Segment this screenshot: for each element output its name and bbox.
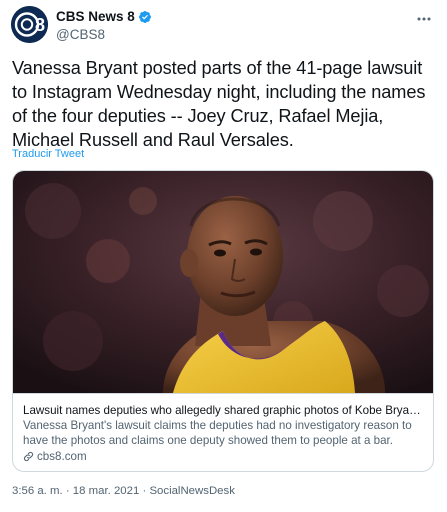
separator-dot: · — [65, 485, 70, 497]
tweet-source[interactable]: SocialNewsDesk — [149, 485, 234, 497]
author-name-text[interactable]: CBS News 8 — [56, 9, 135, 25]
author-name[interactable]: CBS News 8 — [56, 9, 152, 25]
card-meta[interactable]: Lawsuit names deputies who allegedly sha… — [13, 393, 433, 471]
verified-badge-icon — [138, 11, 151, 23]
card-domain-text[interactable]: cbs8.com — [37, 449, 87, 464]
card-description: Vanessa Bryant's lawsuit claims the depu… — [23, 419, 412, 447]
link-preview-card[interactable]: Lawsuit names deputies who allegedly sha… — [12, 170, 434, 472]
author-handle[interactable]: @CBS8 — [56, 27, 105, 43]
translate-tweet-link[interactable]: Traducir Tweet — [12, 147, 84, 161]
more-options-icon[interactable] — [415, 10, 433, 28]
tweet-text: Vanessa Bryant posted parts of the 41-pa… — [12, 58, 426, 150]
link-icon — [23, 451, 34, 462]
tweet-date[interactable]: 18 mar. 2021 — [73, 485, 140, 497]
separator-dot: · — [142, 485, 147, 497]
timestamp-row: 3:56 a. m. · 18 mar. 2021 · SocialNewsDe… — [12, 484, 235, 498]
cbs8-logo-icon: 8 — [11, 6, 48, 43]
tweet-time[interactable]: 3:56 a. m. — [12, 485, 63, 497]
card-title[interactable]: Lawsuit names deputies who allegedly sha… — [23, 403, 423, 418]
avatar[interactable]: 8 — [11, 6, 48, 43]
avatar-numeral: 8 — [35, 15, 45, 35]
card-domain[interactable]: cbs8.com — [23, 449, 423, 464]
tweet: 8 CBS News 8 @CBS8 Vanessa Bryant posted… — [0, 0, 447, 512]
card-image[interactable] — [13, 171, 433, 393]
